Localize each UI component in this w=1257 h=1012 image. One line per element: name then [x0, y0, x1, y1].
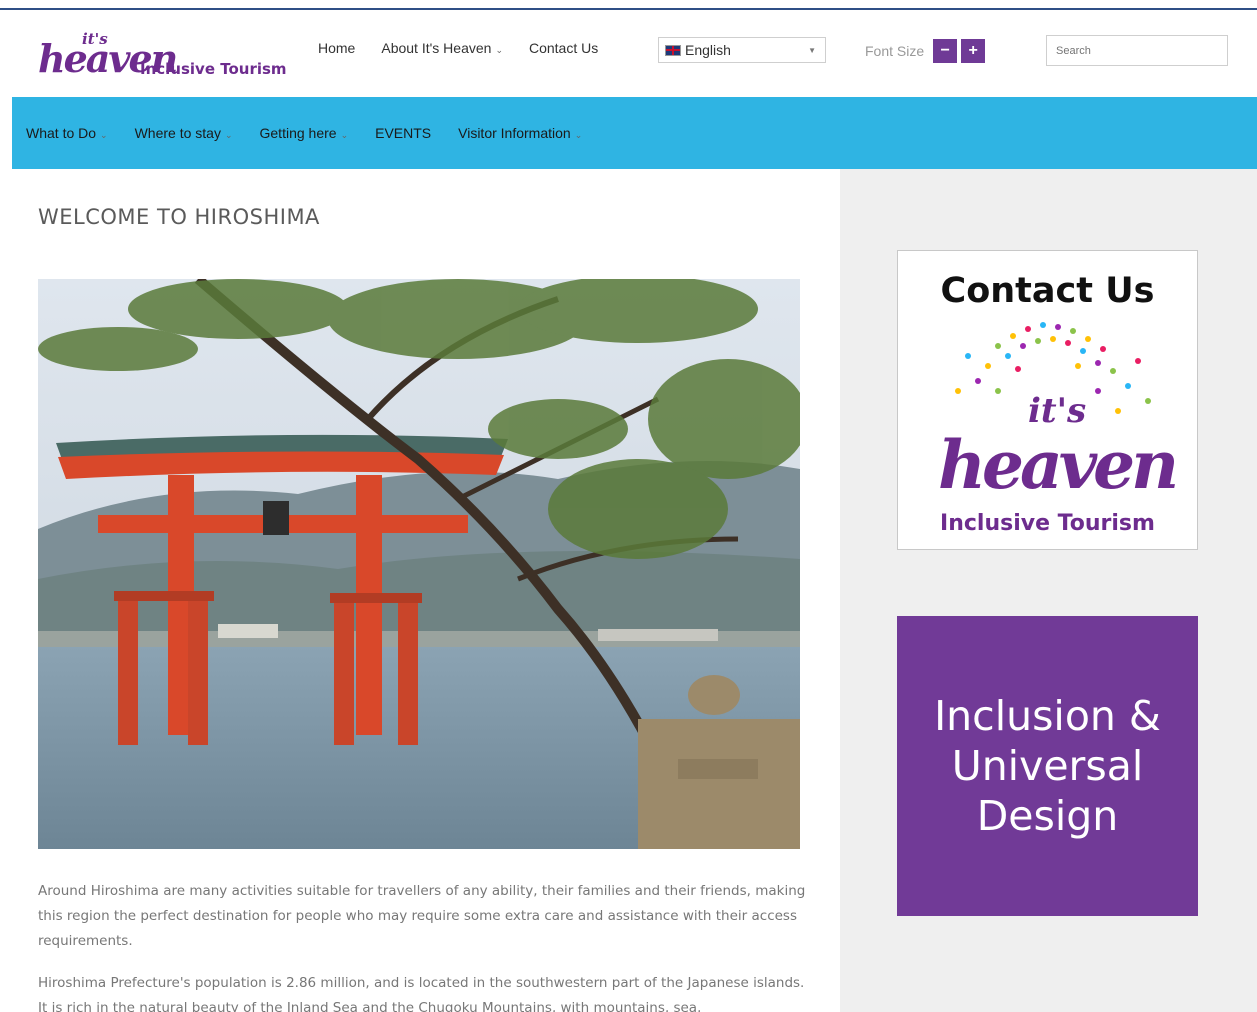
intro-paragraph: Around Hiroshima are many activities sui… [38, 883, 806, 949]
dropdown-arrow-icon: ▼ [808, 46, 816, 55]
logo-subtitle: Inclusive Tourism [140, 60, 287, 78]
top-nav-contact[interactable]: Contact Us [529, 40, 598, 56]
font-size-label: Font Size [865, 43, 925, 59]
language-selected-value: English [685, 42, 731, 58]
font-size-decrease-button[interactable]: − [933, 39, 958, 63]
top-nav-home[interactable]: Home [318, 40, 355, 56]
chevron-down-icon: ⌄ [224, 130, 233, 140]
font-size-control: Font Size − + [865, 39, 986, 63]
top-border [0, 0, 1257, 10]
chevron-down-icon: ⌄ [574, 130, 583, 140]
main-nav-events[interactable]: EVENTS [375, 125, 431, 141]
language-select[interactable]: English ▼ [658, 37, 826, 63]
contact-card-logo-subtitle: Inclusive Tourism [940, 511, 1155, 536]
sidebar: Contact Us it's heaven Inclusive Tourism… [840, 169, 1257, 1012]
uk-flag-icon [665, 44, 681, 56]
main-nav-what-to-do[interactable]: What to Do ⌄ [26, 125, 108, 141]
contact-card-logo-its: it's [1028, 391, 1087, 431]
torii-gate-photo [38, 279, 800, 849]
inclusion-universal-design-card[interactable]: Inclusion & Universal Design [897, 616, 1198, 916]
top-nav: Home About It's Heaven ⌄ Contact Us [318, 40, 598, 56]
top-nav-about[interactable]: About It's Heaven ⌄ [381, 40, 503, 56]
main-nav-getting-here[interactable]: Getting here ⌄ [260, 125, 349, 141]
main-content: WELCOME TO HIROSHIMA Around Hiroshima ar… [12, 169, 840, 1012]
chevron-down-icon: ⌄ [340, 130, 349, 140]
site-header: it's heaven Inclusive Tourism Home About… [12, 10, 1257, 97]
page: it's heaven Inclusive Tourism Home About… [12, 10, 1257, 1012]
contact-card-logo-script: heaven [938, 426, 1179, 504]
hero-image [38, 279, 800, 849]
main-nav-visitor-information[interactable]: Visitor Information ⌄ [458, 125, 582, 141]
search-input[interactable] [1046, 35, 1228, 66]
chevron-down-icon: ⌄ [495, 45, 503, 55]
site-logo[interactable]: it's heaven Inclusive Tourism [38, 30, 288, 90]
main-nav: What to Do ⌄ Where to stay ⌄ Getting here ⌄… [12, 97, 1257, 169]
inclusion-card-text: Inclusion & Universal Design [934, 692, 1161, 840]
page-title: WELCOME TO HIROSHIMA [38, 205, 320, 229]
population-paragraph: Hiroshima Prefecture's population is 2.8… [38, 975, 805, 1012]
font-size-increase-button[interactable]: + [961, 39, 986, 63]
chevron-down-icon: ⌄ [100, 130, 108, 140]
main-nav-where-to-stay[interactable]: Where to stay ⌄ [135, 125, 233, 141]
contact-us-card[interactable]: Contact Us it's heaven Inclusive Tourism [897, 250, 1198, 550]
